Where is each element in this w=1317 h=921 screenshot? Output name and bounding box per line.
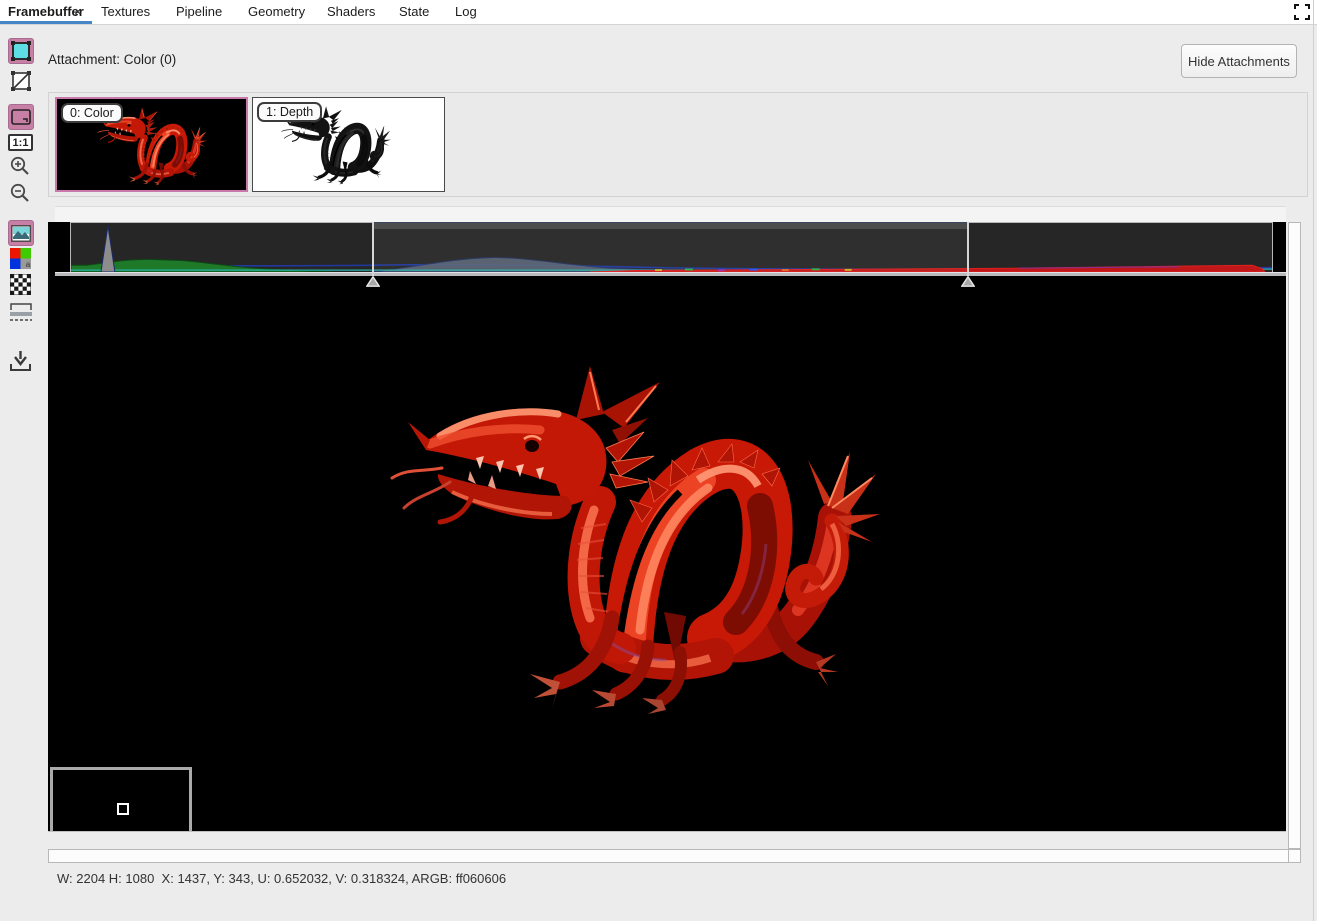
black-point-handle[interactable] — [366, 276, 380, 287]
scrollbar-corner — [1288, 849, 1302, 863]
tab-textures[interactable]: Textures — [101, 4, 150, 19]
display-image-icon[interactable] — [8, 220, 34, 246]
attachment-label: Attachment: Color (0) — [48, 52, 176, 67]
alpha-checkerboard-icon[interactable] — [10, 274, 31, 295]
fullscreen-icon[interactable] — [1294, 4, 1310, 20]
thumbnail-badge: 0: Color — [61, 103, 123, 123]
tab-close-icon[interactable]: × — [74, 4, 82, 19]
viewport-lower-strip — [48, 831, 1286, 849]
fit-to-window-icon[interactable] — [8, 104, 34, 130]
background-color-swatch-icon[interactable] — [8, 38, 34, 64]
range-right-box — [968, 222, 1273, 274]
range-selected-region — [373, 229, 968, 272]
thumbnail-badge: 1: Depth — [257, 102, 322, 122]
pixel-status-text: W: 2204 H: 1080 X: 1437, Y: 343, U: 0.65… — [57, 871, 506, 886]
swatch-glyph — [10, 40, 32, 62]
vertical-scrollbar[interactable] — [1288, 222, 1301, 849]
active-tab-underline — [0, 21, 92, 24]
zoom-in-icon[interactable] — [10, 156, 31, 177]
tab-pipeline[interactable]: Pipeline — [176, 4, 222, 19]
tab-log[interactable]: Log — [455, 4, 477, 19]
fit-glyph — [11, 109, 31, 125]
attachment-thumbnail-strip: 0: Color 1: Depth — [48, 92, 1308, 197]
white-point-line — [967, 222, 969, 276]
tab-framebuffer[interactable]: Framebuffer — [8, 4, 84, 19]
rendered-dragon-image — [380, 356, 880, 716]
tab-geometry[interactable]: Geometry — [248, 4, 305, 19]
tab-state[interactable]: State — [399, 4, 429, 19]
white-point-handle[interactable] — [961, 276, 975, 287]
window-edge — [1313, 0, 1314, 921]
thumbnail-color-attachment[interactable]: 0: Color — [55, 97, 248, 192]
diagonal-glyph — [10, 70, 32, 92]
no-background-diagonal-icon[interactable] — [8, 68, 34, 94]
save-texture-icon[interactable] — [9, 350, 32, 372]
tab-bar: Framebuffer × Textures Pipeline Geometry… — [0, 0, 1317, 25]
svg-text:a: a — [26, 260, 31, 269]
range-baseline — [55, 272, 1286, 276]
rgba-channels-icon[interactable]: a — [10, 248, 31, 269]
image-glyph — [11, 225, 31, 242]
thumbnail-depth-attachment[interactable]: 1: Depth — [252, 97, 445, 192]
hide-attachments-button[interactable]: Hide Attachments — [1181, 44, 1297, 78]
actual-size-icon[interactable]: 1:1 — [8, 134, 33, 151]
black-point-line — [372, 222, 374, 276]
row-range-icon[interactable] — [9, 302, 33, 323]
zoom-out-icon[interactable] — [10, 183, 31, 204]
minimap-view-rect — [117, 803, 129, 815]
range-control-background — [55, 206, 1286, 222]
range-left-box — [70, 222, 374, 274]
tab-shaders[interactable]: Shaders — [327, 4, 375, 19]
horizontal-scrollbar[interactable] — [48, 849, 1301, 863]
framebuffer-window: Framebuffer × Textures Pipeline Geometry… — [0, 0, 1317, 921]
